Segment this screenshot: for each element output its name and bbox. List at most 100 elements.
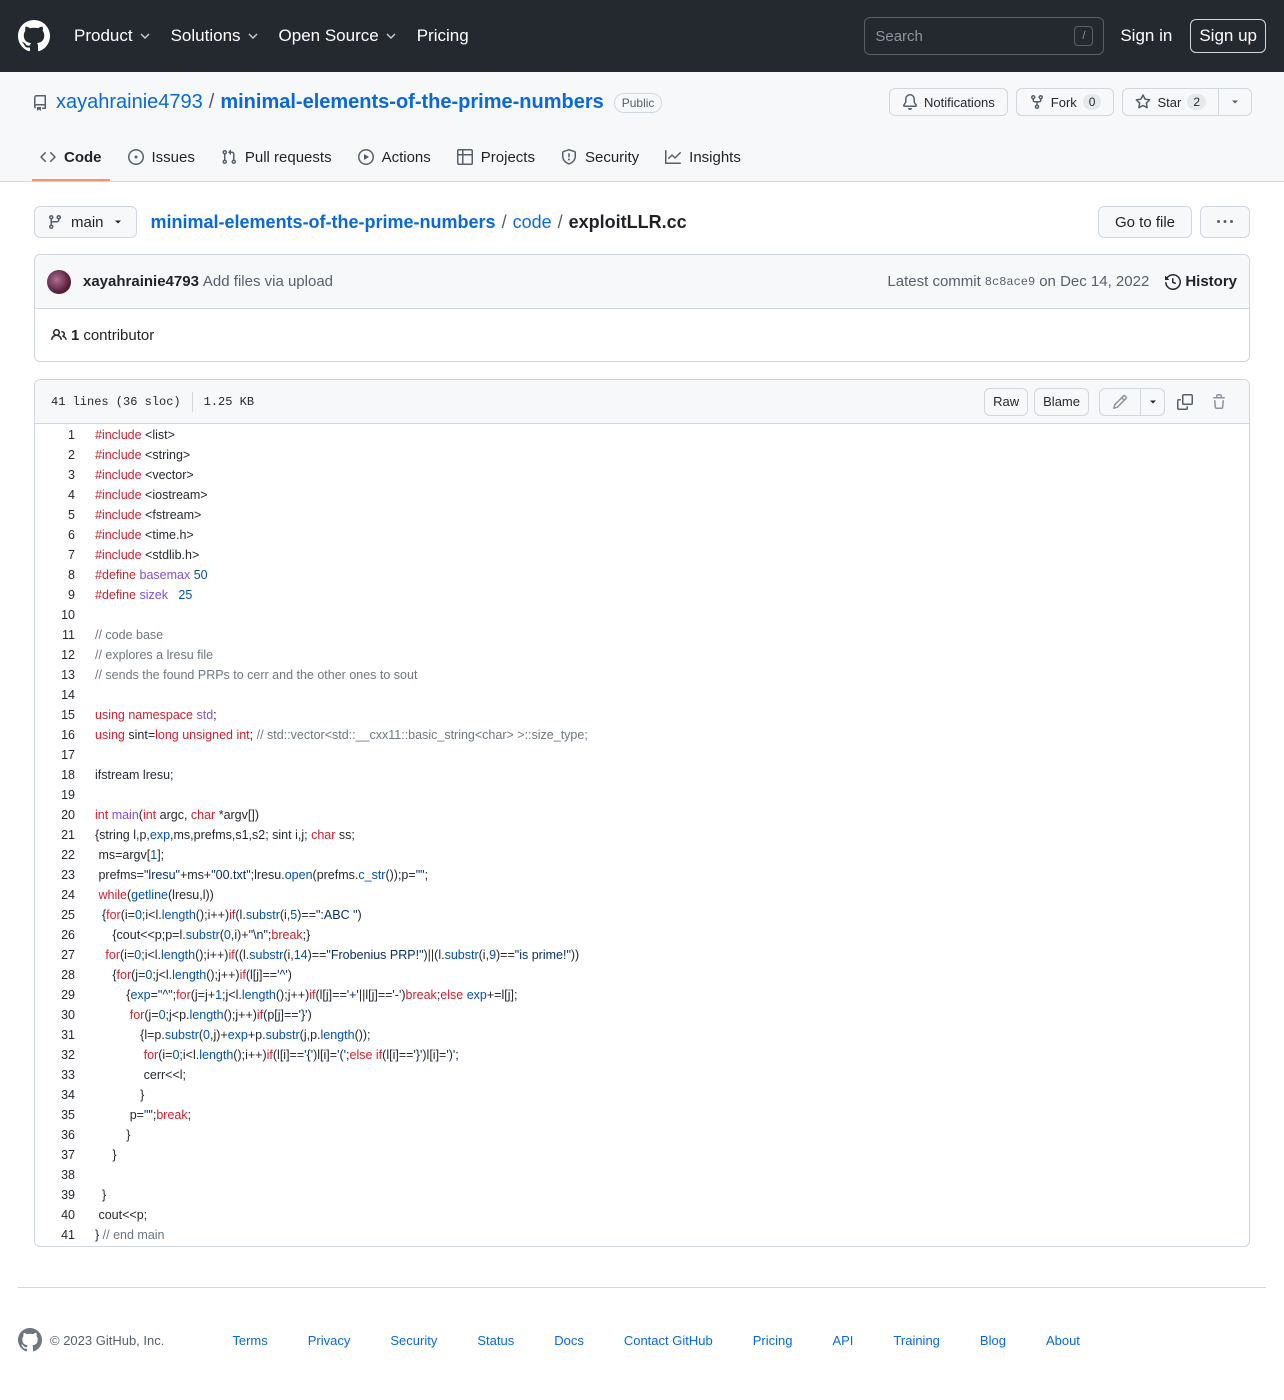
contributors-row[interactable]: 1 contributor [35, 309, 1249, 361]
line-number[interactable]: 22 [35, 848, 83, 862]
line-number[interactable]: 24 [35, 888, 83, 902]
tab-projects[interactable]: Projects [449, 135, 543, 181]
line-number[interactable]: 30 [35, 1008, 83, 1022]
copy-button[interactable] [1171, 388, 1199, 416]
line-number[interactable]: 2 [35, 448, 83, 462]
line-number[interactable]: 14 [35, 688, 83, 702]
line-number[interactable]: 19 [35, 788, 83, 802]
line-number[interactable]: 32 [35, 1048, 83, 1062]
footer-link-privacy[interactable]: Privacy [308, 1333, 351, 1348]
tab-issues[interactable]: Issues [120, 135, 203, 181]
go-to-file-button[interactable]: Go to file [1097, 206, 1192, 238]
line-number[interactable]: 11 [35, 628, 83, 642]
line-number[interactable]: 20 [35, 808, 83, 822]
nav-solutions[interactable]: Solutions [171, 26, 259, 46]
breadcrumb-repo[interactable]: minimal-elements-of-the-prime-numbers [151, 212, 496, 233]
line-number[interactable]: 39 [35, 1188, 83, 1202]
tab-code[interactable]: Code [32, 135, 110, 181]
nav-pricing[interactable]: Pricing [417, 26, 469, 46]
line-number[interactable]: 7 [35, 548, 83, 562]
edit-dropdown-button[interactable] [1141, 387, 1165, 416]
line-number[interactable]: 29 [35, 988, 83, 1002]
line-number[interactable]: 37 [35, 1148, 83, 1162]
line-number[interactable]: 21 [35, 828, 83, 842]
history-button[interactable]: History [1165, 273, 1237, 290]
repo-owner-link[interactable]: xayahrainie4793 [56, 91, 203, 114]
blame-button[interactable]: Blame [1034, 387, 1089, 416]
footer-link-training[interactable]: Training [893, 1333, 939, 1348]
line-number[interactable]: 25 [35, 908, 83, 922]
tab-actions[interactable]: Actions [350, 135, 439, 181]
code-token: std [196, 708, 214, 722]
line-number[interactable]: 23 [35, 868, 83, 882]
breadcrumb-folder[interactable]: code [513, 212, 552, 233]
line-number[interactable]: 1 [35, 428, 83, 442]
line-number[interactable]: 41 [35, 1228, 83, 1242]
nav-open-source[interactable]: Open Source [279, 26, 397, 46]
tab-pull-requests[interactable]: Pull requests [213, 135, 340, 181]
search-box[interactable]: / [864, 17, 1105, 55]
fork-button[interactable]: Fork 0 [1015, 88, 1115, 116]
tab-security[interactable]: Security [553, 135, 647, 181]
line-number[interactable]: 6 [35, 528, 83, 542]
github-logo-icon[interactable] [18, 20, 50, 52]
line-number[interactable]: 13 [35, 668, 83, 682]
line-number[interactable]: 12 [35, 648, 83, 662]
line-number[interactable]: 40 [35, 1208, 83, 1222]
commit-message[interactable]: Add files via upload [203, 273, 333, 290]
line-number[interactable]: 18 [35, 768, 83, 782]
code-token: ();i++) [195, 908, 230, 922]
line-number[interactable]: 15 [35, 708, 83, 722]
footer-link-status[interactable]: Status [477, 1333, 514, 1348]
line-number[interactable]: 3 [35, 468, 83, 482]
avatar[interactable] [47, 269, 71, 294]
footer-link-api[interactable]: API [832, 1333, 853, 1348]
line-number[interactable]: 8 [35, 568, 83, 582]
code-token: #include [95, 488, 142, 502]
footer-link-about[interactable]: About [1046, 1333, 1080, 1348]
line-number[interactable]: 4 [35, 488, 83, 502]
branch-selector[interactable]: main [34, 206, 137, 238]
tab-insights[interactable]: Insights [657, 135, 749, 181]
commit-sha[interactable]: 8c8ace9 [985, 275, 1035, 289]
delete-button[interactable] [1205, 388, 1233, 416]
line-number[interactable]: 9 [35, 588, 83, 602]
raw-button[interactable]: Raw [984, 387, 1029, 416]
line-number[interactable]: 10 [35, 608, 83, 622]
repo-name-link[interactable]: minimal-elements-of-the-prime-numbers [220, 91, 603, 114]
footer-link-terms[interactable]: Terms [232, 1333, 267, 1348]
line-number[interactable]: 27 [35, 948, 83, 962]
line-number[interactable]: 5 [35, 508, 83, 522]
line-number[interactable]: 38 [35, 1168, 83, 1182]
line-number[interactable]: 16 [35, 728, 83, 742]
sign-in-link[interactable]: Sign in [1120, 26, 1172, 46]
line-number[interactable]: 26 [35, 928, 83, 942]
github-mark-icon[interactable] [18, 1328, 42, 1352]
footer-link-security[interactable]: Security [390, 1333, 437, 1348]
star-dropdown-button[interactable] [1219, 88, 1252, 116]
line-number[interactable]: 28 [35, 968, 83, 982]
edit-button[interactable] [1099, 387, 1141, 416]
line-number[interactable]: 33 [35, 1068, 83, 1082]
commit-author[interactable]: xayahrainie4793 [83, 273, 199, 290]
line-number[interactable]: 34 [35, 1088, 83, 1102]
notifications-button[interactable]: Notifications [888, 88, 1008, 116]
nav-product[interactable]: Product [74, 26, 151, 46]
footer-link-contact[interactable]: Contact GitHub [624, 1333, 713, 1348]
sign-up-button[interactable]: Sign up [1190, 19, 1266, 53]
line-number[interactable]: 36 [35, 1128, 83, 1142]
search-input[interactable] [875, 27, 1075, 45]
footer-link-blog[interactable]: Blog [980, 1333, 1006, 1348]
footer-link-pricing[interactable]: Pricing [753, 1333, 793, 1348]
code-line: 24 while(getline(lresu,l)) [35, 885, 1249, 905]
line-number[interactable]: 35 [35, 1108, 83, 1122]
line-number[interactable]: 17 [35, 748, 83, 762]
line-number[interactable]: 31 [35, 1028, 83, 1042]
line-source: using sint=long unsigned int; // std::ve… [83, 728, 588, 742]
code-token: length [320, 1028, 355, 1042]
code-token: exp [466, 988, 487, 1002]
star-button[interactable]: Star 2 [1122, 88, 1219, 116]
footer-link-docs[interactable]: Docs [554, 1333, 584, 1348]
code-token: 0 [158, 1008, 166, 1022]
more-options-button[interactable] [1200, 206, 1250, 238]
